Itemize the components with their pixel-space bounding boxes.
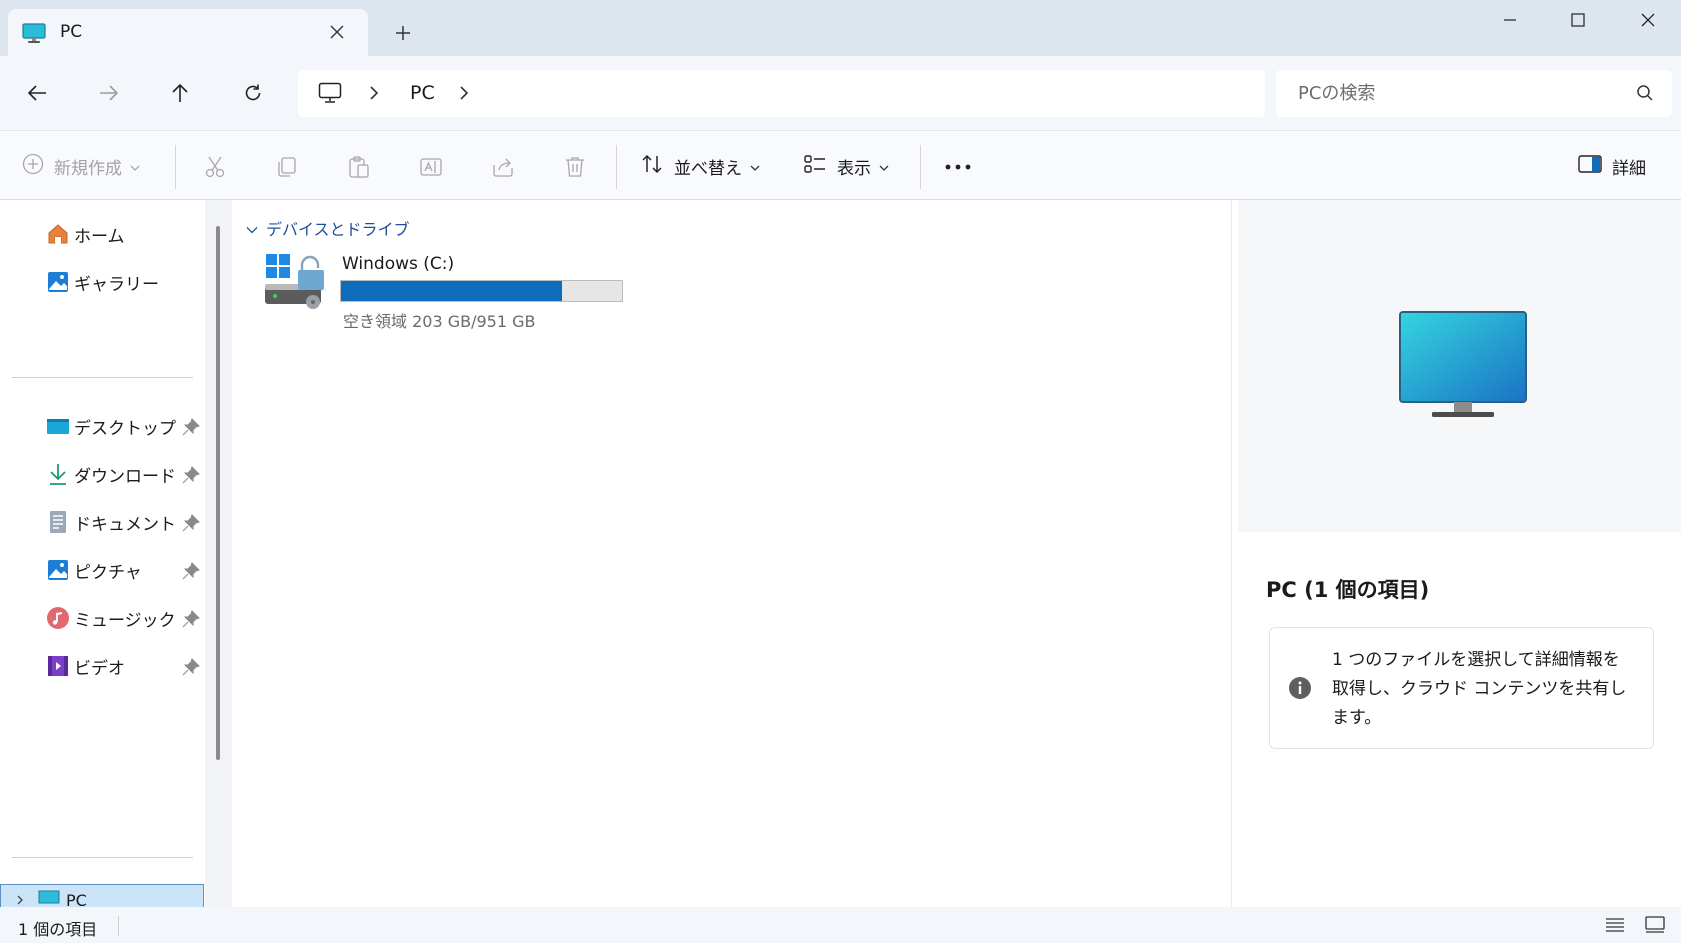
arrow-up-icon[interactable] (161, 74, 199, 112)
content-area: デバイスとドライブ Windows (C:) 空き領域 203 GB/951 G… (232, 200, 1231, 907)
new-button-label: 新規作成 (54, 158, 122, 179)
sort-button[interactable]: 並べ替え (640, 147, 760, 185)
more-icon[interactable] (940, 149, 976, 185)
details-pane-button[interactable]: 詳細 (1578, 147, 1646, 185)
scrollbar[interactable] (205, 200, 232, 907)
maximize-icon[interactable] (1542, 0, 1614, 40)
divider (920, 145, 921, 189)
pin-icon[interactable] (182, 466, 200, 484)
scrollbar-thumb[interactable] (216, 226, 220, 760)
chevron-right-icon[interactable] (458, 84, 470, 106)
divider (616, 145, 617, 189)
music-icon (46, 606, 70, 630)
chevron-down-icon (750, 157, 760, 176)
sidebar-item-label: ビデオ (74, 658, 125, 679)
pin-icon[interactable] (182, 658, 200, 676)
close-icon[interactable] (1612, 0, 1681, 40)
drive-item-c[interactable]: Windows (C:) 空き領域 203 GB/951 GB (262, 250, 623, 331)
divider (175, 145, 176, 189)
download-icon (46, 462, 70, 486)
share-icon[interactable] (485, 149, 521, 185)
drive-usage-fill (341, 281, 563, 301)
plus-circle-icon (22, 153, 44, 179)
pin-icon[interactable] (182, 418, 200, 436)
title-bar: PC (0, 0, 1681, 56)
pc-monitor-icon (22, 23, 46, 49)
divider (12, 857, 193, 858)
sort-button-label: 並べ替え (674, 158, 742, 179)
sidebar-item-label: ホーム (74, 226, 125, 247)
desktop-icon (46, 414, 70, 438)
navigation-pane: ホーム ギャラリー デスクトップ ダウンロード ドキュメント ピクチャ ミュージ… (0, 200, 232, 912)
status-bar: 1 個の項目 (0, 907, 1681, 943)
sort-icon (640, 152, 664, 180)
tab-title: PC (60, 22, 83, 42)
details-pane: PC (1 個の項目) 1 つのファイルを選択して詳細情報を取得し、クラウド コ… (1231, 200, 1681, 907)
drive-name: Windows (C:) (342, 254, 455, 274)
video-icon (46, 654, 70, 678)
pc-monitor-icon (1398, 310, 1528, 424)
tab-close-icon[interactable] (325, 20, 349, 44)
bitlocker-drive-icon (262, 250, 330, 316)
info-card: 1 つのファイルを選択して詳細情報を取得し、クラウド コンテンツを共有します。 (1269, 627, 1654, 749)
arrow-left-icon[interactable] (18, 74, 56, 112)
divider (12, 377, 193, 378)
details-view-icon[interactable] (1603, 915, 1627, 935)
sidebar-item-label: ピクチャ (74, 562, 142, 583)
pin-icon[interactable] (182, 562, 200, 580)
chevron-down-icon (246, 219, 258, 238)
details-pane-label: 詳細 (1612, 158, 1646, 179)
group-header-label: デバイスとドライブ (266, 220, 410, 239)
new-button[interactable]: 新規作成 (22, 147, 140, 185)
new-tab-icon[interactable] (390, 20, 416, 46)
drive-usage-bar (340, 280, 623, 302)
delete-icon[interactable] (557, 149, 593, 185)
refresh-icon[interactable] (234, 74, 272, 112)
chevron-down-icon (130, 157, 140, 176)
navigation-bar: PC (0, 56, 1681, 130)
command-bar: 新規作成 並べ替え 表示 詳細 (0, 130, 1681, 200)
home-icon (46, 222, 70, 246)
search-box[interactable] (1276, 70, 1672, 117)
rename-icon[interactable] (413, 149, 449, 185)
sidebar-item-label: ダウンロード (74, 466, 176, 487)
arrow-right-icon[interactable] (90, 74, 128, 112)
chevron-right-icon[interactable] (368, 84, 380, 106)
chevron-down-icon (879, 157, 889, 176)
sidebar-item-home[interactable]: ホーム (46, 217, 206, 251)
pictures-icon (46, 558, 70, 582)
group-header-devices[interactable]: デバイスとドライブ (246, 216, 410, 240)
view-button-label: 表示 (837, 158, 871, 179)
copy-icon[interactable] (269, 149, 305, 185)
monitor-outline-icon (318, 82, 342, 108)
sidebar-item-label: ミュージック (74, 610, 176, 631)
view-button[interactable]: 表示 (803, 147, 889, 185)
search-icon[interactable] (1636, 84, 1654, 106)
divider (118, 916, 119, 936)
pin-icon[interactable] (182, 514, 200, 532)
view-list-icon (803, 152, 827, 180)
breadcrumb-pc[interactable]: PC (410, 82, 435, 104)
paste-icon[interactable] (341, 149, 377, 185)
sidebar-item-label: デスクトップ (74, 418, 176, 439)
details-title: PC (1 個の項目) (1266, 578, 1430, 602)
pin-icon[interactable] (182, 610, 200, 628)
info-text: 1 つのファイルを選択して詳細情報を取得し、クラウド コンテンツを共有します。 (1332, 650, 1627, 728)
drive-free-space: 空き領域 203 GB/951 GB (343, 312, 536, 331)
cut-icon[interactable] (197, 149, 233, 185)
minimize-icon[interactable] (1474, 0, 1546, 40)
sidebar-item-label: ドキュメント (74, 514, 176, 535)
search-input[interactable] (1298, 80, 1618, 106)
preview-area (1238, 200, 1681, 532)
documents-icon (46, 510, 70, 534)
info-icon (1288, 676, 1312, 704)
sidebar-item-label: ギャラリー (74, 274, 159, 295)
address-bar[interactable]: PC (298, 70, 1265, 117)
item-count: 1 個の項目 (18, 920, 98, 939)
gallery-icon (46, 270, 70, 294)
large-icons-view-icon[interactable] (1643, 915, 1667, 935)
sidebar-item-gallery[interactable]: ギャラリー (46, 265, 206, 299)
details-pane-icon (1578, 154, 1602, 178)
tab-pc[interactable]: PC (8, 9, 368, 56)
